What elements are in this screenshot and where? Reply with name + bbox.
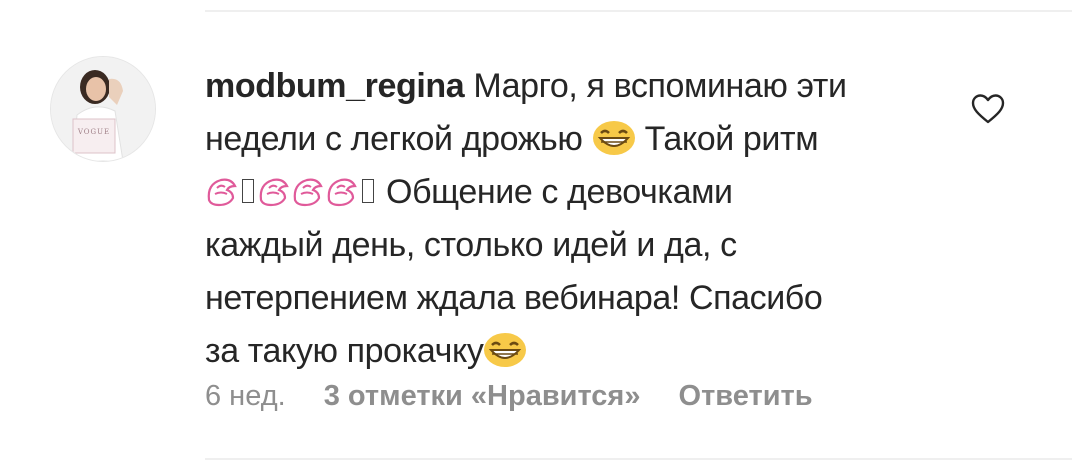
- missing-glyph-box: [362, 179, 374, 204]
- comment-text-5: нетерпением ждала вебинара! Спасибо: [205, 279, 823, 317]
- comment-text-2b: Такой ритм: [644, 120, 819, 158]
- like-heart-icon[interactable]: [970, 93, 1006, 125]
- missing-glyph-box: [242, 179, 254, 204]
- flexed-biceps-icon: [291, 174, 325, 208]
- reply-button[interactable]: Ответить: [679, 380, 813, 412]
- avatar[interactable]: VOGUE: [50, 56, 156, 162]
- likes-count-button[interactable]: 3 отметки «Нравится»: [324, 380, 641, 412]
- bottom-divider: [205, 458, 1072, 460]
- comment-timestamp[interactable]: 6 нед.: [205, 380, 286, 412]
- comment-text-1: Марго, я вспоминаю эти: [473, 67, 847, 105]
- flexed-biceps-icon: [257, 174, 291, 208]
- comment-body: modbum_regina Марго, я вспоминаю эти нед…: [205, 60, 925, 378]
- comment-text-3: Общение с девочками: [386, 173, 733, 211]
- comment-text-4: каждый день, столько идей и да, с: [205, 226, 737, 264]
- comment-username[interactable]: modbum_regina: [205, 67, 465, 105]
- top-divider: [205, 10, 1072, 12]
- comment-text-6: за такую прокачку: [205, 332, 484, 370]
- flexed-biceps-icon: [325, 174, 359, 208]
- comment-text-2: недели с легкой дрожью: [205, 120, 583, 158]
- avatar-logo-text: VOGUE: [77, 128, 110, 136]
- flexed-biceps-icon: [205, 174, 239, 208]
- grinning-face-icon: [483, 332, 527, 368]
- grinning-face-icon: [592, 120, 636, 156]
- comment-meta: 6 нед. 3 отметки «Нравится» Ответить: [205, 376, 813, 416]
